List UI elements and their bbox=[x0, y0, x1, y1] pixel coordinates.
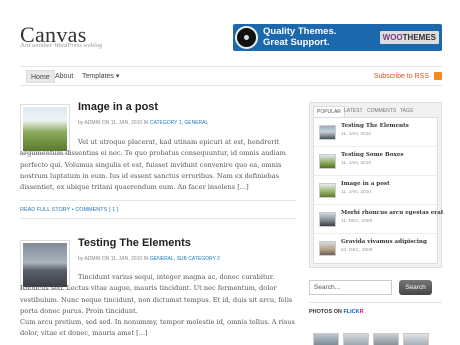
tab-tags[interactable]: Tags bbox=[397, 106, 416, 117]
main-nav: Home About Templates ▾ Subscribe to RSS bbox=[20, 66, 442, 86]
flickr-logo-part: FLICK bbox=[343, 309, 360, 315]
ad-line-1: Quality Themes. bbox=[263, 26, 337, 37]
list-item[interactable]: Testing Some Boxes 11. Jan, 2010 bbox=[314, 147, 437, 176]
post-meta: by ADMIN on 11. Jan, 2010 in GENERAL, SU… bbox=[78, 256, 220, 262]
list-thumbnail bbox=[319, 183, 336, 198]
post-excerpt-continued: Cum arcu pretium, sed sed. In nonummy, t… bbox=[20, 318, 295, 338]
list-item-date: 24. Dec, 2009 bbox=[341, 248, 373, 253]
flickr-photo[interactable] bbox=[313, 333, 339, 345]
read-full-story-link[interactable]: READ FULL STORY bbox=[20, 207, 70, 213]
list-item-title[interactable]: Morbi rhoncus arcu egestas erat bbox=[341, 210, 443, 216]
list-thumbnail bbox=[319, 125, 336, 140]
post-title[interactable]: Image in a post bbox=[78, 101, 158, 113]
flickr-photo[interactable] bbox=[373, 333, 399, 345]
post-excerpt: Vel ut utroque placerat, kad utinam epic… bbox=[20, 138, 286, 192]
list-item-title[interactable]: Testing The Elements bbox=[341, 123, 409, 129]
list-thumbnail bbox=[319, 212, 336, 227]
post-author[interactable]: ADMIN bbox=[84, 120, 100, 126]
divider bbox=[20, 218, 296, 219]
tabs-widget: Popular Latest Comments Tags Testing The… bbox=[309, 102, 443, 268]
tab-comments[interactable]: Comments bbox=[364, 106, 399, 117]
list-item[interactable]: Testing The Elements 11. Jan, 2010 bbox=[314, 118, 437, 147]
flickr-photo[interactable] bbox=[403, 333, 429, 345]
ad-banner[interactable]: Quality Themes. Great Support. WOOTHEMES bbox=[233, 24, 442, 51]
popular-list: Testing The Elements 11. Jan, 2010 Testi… bbox=[313, 117, 443, 264]
flickr-heading: PHOTOS ON FLICKR bbox=[309, 309, 364, 315]
rss-icon[interactable] bbox=[434, 72, 442, 80]
disc-icon bbox=[235, 26, 258, 49]
comments-link[interactable]: COMMENTS { 1 } bbox=[75, 207, 118, 213]
list-item-date: 11. Jan, 2010 bbox=[341, 190, 372, 195]
meta-date: on 11. Jan, 2010 in bbox=[100, 256, 150, 262]
list-thumbnail bbox=[319, 241, 336, 256]
search-button[interactable]: Search bbox=[399, 280, 432, 295]
list-item[interactable]: Morbi rhoncus arcu egestas erat 11. Dec,… bbox=[314, 205, 443, 234]
list-item-title[interactable]: Image in a post bbox=[341, 181, 390, 187]
search-input[interactable]: Search... bbox=[309, 280, 392, 295]
list-item-date: 11. Jan, 2010 bbox=[341, 132, 372, 137]
flickr-logo-part: R bbox=[359, 309, 364, 315]
flickr-heading-prefix: PHOTOS ON bbox=[309, 309, 344, 315]
list-item[interactable]: Image in a post 11. Jan, 2010 bbox=[314, 176, 437, 205]
list-item-title[interactable]: Gravida vivamus adipiscing bbox=[341, 239, 427, 245]
woothemes-logo: WOOTHEMES bbox=[379, 31, 439, 44]
post-meta: by ADMIN on 11. Jan, 2010 in CATEGORY 1,… bbox=[78, 120, 208, 126]
list-item-date: 11. Dec, 2009 bbox=[341, 219, 373, 224]
post-title[interactable]: Testing The Elements bbox=[78, 237, 191, 249]
list-thumbnail bbox=[319, 154, 336, 169]
post-categories[interactable]: CATEGORY 1, GENERAL bbox=[150, 120, 208, 126]
post-excerpt: Tincidunt varius sequi, integer magna ac… bbox=[20, 273, 293, 315]
list-item-date: 11. Jan, 2010 bbox=[341, 161, 372, 166]
logo-part-woo: WOO bbox=[382, 33, 403, 42]
nav-item-templates[interactable]: Templates ▾ bbox=[78, 70, 123, 83]
ad-text: Quality Themes. Great Support. bbox=[263, 26, 337, 48]
post-links: READ FULL STORY • COMMENTS { 1 } bbox=[20, 207, 119, 213]
logo-part-themes: THEMES bbox=[402, 33, 436, 42]
post-categories[interactable]: GENERAL, SUB CATEGORY 2 bbox=[150, 256, 220, 262]
list-item[interactable]: Gravida vivamus adipiscing 24. Dec, 2009 bbox=[314, 234, 437, 263]
divider bbox=[309, 302, 442, 303]
tab-latest[interactable]: Latest bbox=[341, 106, 366, 117]
meta-date: on 11. Jan, 2010 in bbox=[100, 120, 150, 126]
site-tagline: Just another WordPress weblog bbox=[20, 42, 103, 49]
post-author[interactable]: ADMIN bbox=[84, 256, 100, 262]
flickr-photo[interactable] bbox=[343, 333, 369, 345]
subscribe-rss-link[interactable]: Subscribe to RSS bbox=[374, 71, 429, 82]
nav-item-about[interactable]: About bbox=[51, 70, 77, 83]
divider bbox=[20, 200, 296, 201]
list-item-title[interactable]: Testing Some Boxes bbox=[341, 152, 404, 158]
ad-line-2: Great Support. bbox=[263, 36, 330, 48]
